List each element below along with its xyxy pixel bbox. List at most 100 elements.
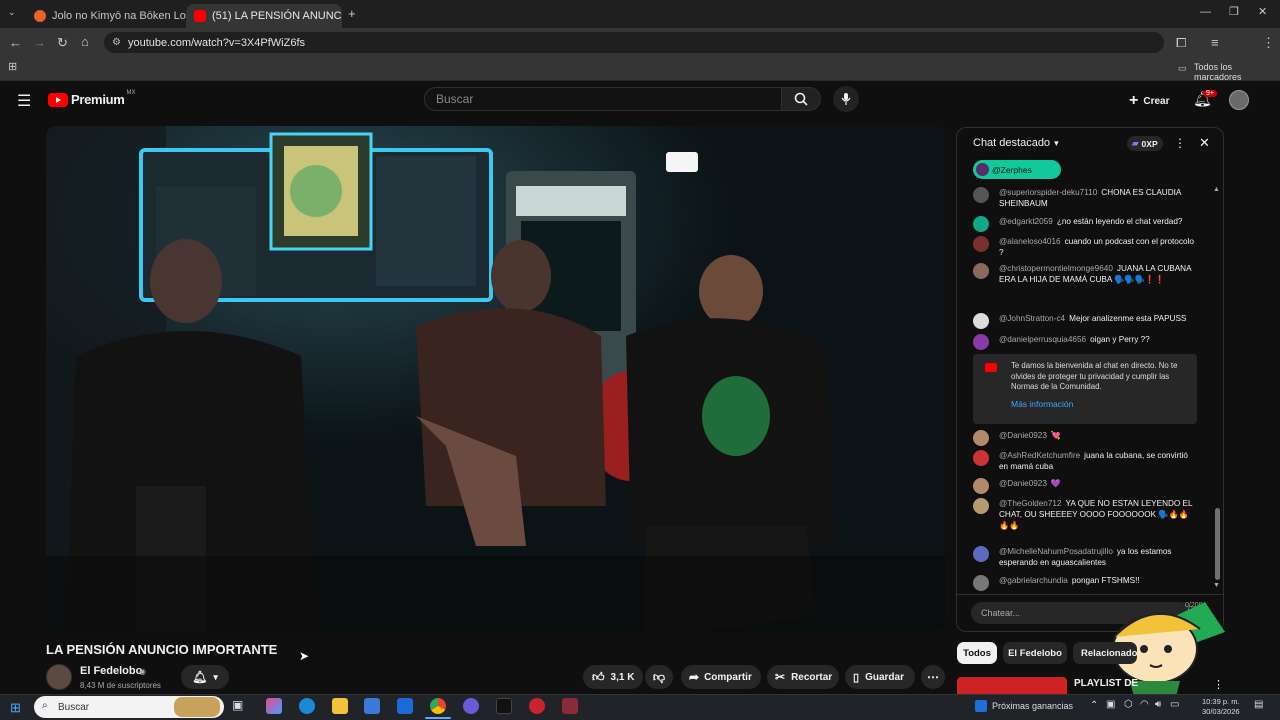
channel-avatar[interactable]: [46, 664, 72, 690]
site-info-icon[interactable]: ⚙: [112, 37, 121, 48]
search-input[interactable]: Buscar: [424, 87, 782, 111]
like-button[interactable]: 👍︎ 3,1 K: [583, 665, 643, 689]
recommendation-menu-icon[interactable]: ⋮: [1213, 678, 1224, 691]
subscribed-button[interactable]: 🔔︎ ▾: [181, 665, 229, 689]
scroll-down-icon[interactable]: ▼: [1213, 582, 1220, 589]
more-info-link[interactable]: Más información: [1011, 399, 1073, 410]
discord-icon[interactable]: [463, 698, 479, 714]
divider: [957, 594, 1223, 595]
taskbar-search[interactable]: ⌕ Buscar: [34, 696, 224, 718]
tab-youtube[interactable]: (51) LA PENSIÓN ANUNCIO 🔊 ✕: [186, 4, 342, 28]
pinned-user-chip[interactable]: @Zerphes: [973, 160, 1061, 179]
chat-username[interactable]: @MichelleNahumPosadatrujillo: [999, 547, 1113, 556]
wifi-icon[interactable]: ◠: [1140, 699, 1149, 710]
apps-grid-icon[interactable]: ⊞: [8, 62, 17, 73]
copilot-icon[interactable]: [266, 698, 282, 714]
chat-input-placeholder: Chatear...: [981, 608, 1021, 618]
points-badge[interactable]: ▰ 0XP: [1127, 136, 1163, 151]
windows-start-icon[interactable]: ⊞: [10, 700, 21, 716]
dislike-button[interactable]: 👎︎: [645, 665, 673, 689]
tab-anime[interactable]: Jolo no Kimyō na Bōken Los c ✕: [26, 4, 186, 28]
notifications-icon[interactable]: ▤: [1254, 699, 1263, 710]
menu-icon[interactable]: ☰: [17, 91, 31, 111]
back-icon[interactable]: ←: [9, 36, 22, 49]
video-frame: [46, 126, 945, 632]
address-bar[interactable]: ⚙ youtube.com/watch?v=3X4PfWiZ6fs: [104, 32, 1164, 53]
task-view-icon[interactable]: ▣: [232, 698, 248, 714]
chevron-down-icon: ▾: [213, 671, 218, 682]
tray-app-icon[interactable]: ▣: [1106, 699, 1115, 710]
reading-list-icon[interactable]: ≡: [1211, 36, 1219, 49]
chat-username[interactable]: @Danie0923: [999, 431, 1047, 440]
channel-name[interactable]: El Fedelobo: [80, 665, 142, 677]
verified-icon: ◉: [139, 667, 146, 676]
save-button[interactable]: ▯ Guardar: [845, 665, 915, 689]
file-explorer-icon[interactable]: [332, 698, 348, 714]
terminal-icon[interactable]: [496, 698, 512, 714]
all-bookmarks-link[interactable]: Todos los marcadores: [1194, 62, 1280, 82]
search-button[interactable]: [781, 87, 821, 111]
youtube-logo[interactable]: Premium MX: [48, 90, 136, 107]
create-button[interactable]: + Crear: [1129, 92, 1169, 110]
chat-username[interactable]: @gabrielarchundia: [999, 576, 1068, 585]
app-icon[interactable]: [562, 698, 578, 714]
chrome-icon[interactable]: [430, 698, 446, 714]
reload-icon[interactable]: ↻: [57, 36, 68, 49]
home-icon[interactable]: ⌂: [81, 35, 89, 48]
minimize-icon[interactable]: —: [1200, 7, 1211, 18]
tab-search-icon[interactable]: ⌄: [8, 8, 16, 17]
maximize-icon[interactable]: ❐: [1229, 7, 1239, 18]
chat-username[interactable]: @superiorspider-deku7110: [999, 188, 1097, 197]
close-window-icon[interactable]: ✕: [1258, 7, 1267, 18]
chat-text: 💘: [1050, 431, 1062, 440]
forward-icon[interactable]: →: [33, 36, 46, 49]
clock-time[interactable]: 10:39 p. m.: [1202, 697, 1240, 706]
chat-username[interactable]: @JohnStratton-c4: [999, 314, 1065, 323]
chat-username[interactable]: @Danie0923: [999, 479, 1047, 488]
chat-username[interactable]: @alaneloso4016: [999, 237, 1061, 246]
chat-message: @danielperrusquia4656 oigan y Perry ??: [973, 334, 1193, 350]
chip-channel[interactable]: El Fedelobo: [1003, 642, 1067, 664]
chat-message: @Danie0923 💘: [973, 430, 1193, 446]
voice-search-button[interactable]: [833, 86, 859, 112]
chat-message: @superiorspider-deku7110 CHONA ES CLAUDIA…: [973, 187, 1193, 211]
video-player[interactable]: [46, 126, 945, 632]
chat-scrollbar[interactable]: [1215, 508, 1220, 580]
chip-related[interactable]: Relacionado: [1073, 642, 1137, 664]
chip-all[interactable]: Todos: [957, 642, 997, 664]
tray-app-icon[interactable]: ⬡: [1124, 699, 1133, 710]
app-icon[interactable]: [529, 698, 545, 714]
clock-date[interactable]: 30/03/2026: [1202, 707, 1240, 716]
youtube-icon: [985, 363, 997, 372]
news-label[interactable]: Próximas ganancias: [992, 701, 1073, 711]
chat-username[interactable]: @AshRedKetchumfire: [999, 451, 1080, 460]
battery-icon[interactable]: ▭: [1170, 699, 1179, 710]
recommendation-title[interactable]: PLAYLIST DE: [1074, 678, 1138, 689]
extensions-icon[interactable]: ⧠: [1176, 36, 1186, 49]
close-chat-icon[interactable]: ✕: [1199, 135, 1210, 151]
points-icon: ▰: [1132, 138, 1139, 148]
chat-mode-dropdown[interactable]: Chat destacado ▾: [973, 137, 1059, 149]
chat-username[interactable]: @TheGolden712: [999, 499, 1061, 508]
more-actions-button[interactable]: ⋯: [921, 665, 945, 689]
browser-menu-icon[interactable]: ⋮: [1262, 36, 1275, 49]
chat-menu-icon[interactable]: ⋮: [1174, 136, 1186, 150]
avatar: [973, 430, 989, 446]
volume-icon[interactable]: 🔊︎: [1155, 699, 1161, 710]
scroll-up-icon[interactable]: ▲: [1213, 186, 1220, 193]
chat-username[interactable]: @edgarkt2059: [999, 217, 1053, 226]
clip-button[interactable]: ✂ Recortar: [767, 665, 839, 689]
store-icon[interactable]: [364, 698, 380, 714]
account-avatar[interactable]: [1229, 90, 1249, 110]
share-button[interactable]: ➦ Compartir: [681, 665, 761, 689]
chat-username[interactable]: @danielperrusquia4656: [999, 335, 1086, 344]
folder-icon: ▭: [1178, 63, 1187, 73]
edge-icon[interactable]: [299, 698, 315, 714]
outlook-icon[interactable]: [397, 698, 413, 714]
chat-username[interactable]: @christopermontielmonge9640: [999, 264, 1113, 273]
new-tab-icon[interactable]: +: [348, 7, 356, 20]
active-app-indicator: [425, 717, 451, 719]
tray-up-icon[interactable]: ⌃: [1090, 700, 1098, 711]
chat-message: @MichelleNahumPosadatrujillo ya los estam…: [973, 546, 1193, 570]
recommendation-thumbnail[interactable]: [957, 677, 1067, 694]
